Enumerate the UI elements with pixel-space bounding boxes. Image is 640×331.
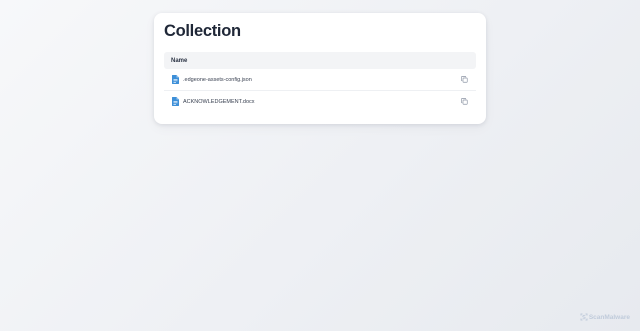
copy-icon[interactable]	[461, 76, 468, 83]
file-document-icon	[172, 97, 179, 106]
watermark-text: ScanMalware	[588, 313, 630, 321]
table-header: Name	[164, 52, 476, 69]
table-row[interactable]: .edgeone-assets-config.json	[164, 69, 476, 91]
file-document-icon	[172, 75, 179, 84]
copy-icon[interactable]	[461, 98, 468, 105]
collection-card: Collection Name .edgeone-assets-config.j…	[154, 13, 486, 124]
file-table: Name .edgeone-assets-config.json ACKNOWL…	[164, 52, 476, 112]
column-header-name[interactable]: Name	[171, 58, 187, 64]
file-name[interactable]: .edgeone-assets-config.json	[183, 77, 252, 83]
scanmalware-watermark: ScanMalware	[580, 313, 630, 321]
page-title: Collection	[164, 22, 241, 40]
file-name[interactable]: ACKNOWLEDGEMENT.docx	[183, 99, 255, 105]
table-row[interactable]: ACKNOWLEDGEMENT.docx	[164, 91, 476, 112]
scanmalware-logo-icon	[580, 313, 588, 321]
